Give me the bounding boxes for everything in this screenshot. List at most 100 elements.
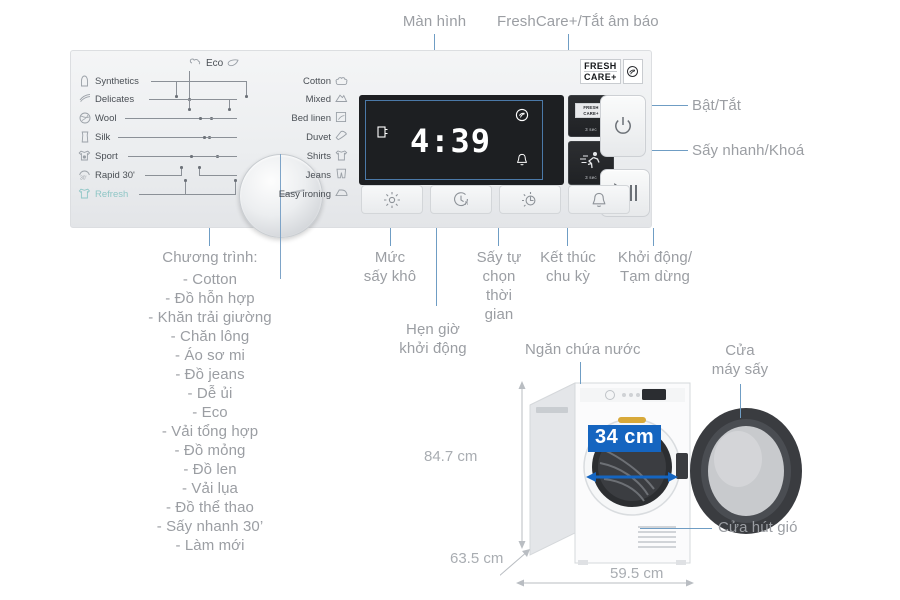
- leader-end-cycle: [567, 228, 568, 246]
- tick-refresh: [234, 179, 237, 182]
- auto-dry-time-icon: [521, 191, 535, 207]
- leader-water-tank: [580, 362, 581, 384]
- icon-wool: [79, 112, 91, 124]
- delay-timer-icon: h: [453, 191, 468, 207]
- program-label-easy-ironing: Easy ironing: [278, 189, 331, 200]
- program-list-item: - Vải tổng hợp: [161, 423, 259, 440]
- program-list-item: - Làm mới: [175, 537, 245, 554]
- line-rapid30-up: [181, 168, 182, 176]
- line-silk: [118, 137, 208, 138]
- tick-shirts: [190, 155, 193, 158]
- tick-duvet: [203, 136, 206, 139]
- freshcare-logo: FRESH CARE+: [580, 59, 643, 84]
- power-icon: [615, 117, 631, 134]
- program-list-item: - Đồ thể thao: [165, 499, 255, 516]
- leader-dry-level: [390, 228, 391, 246]
- program-list-item: - Cotton: [182, 271, 238, 288]
- svg-text:30': 30': [80, 176, 87, 181]
- leader-dryer-door: [740, 384, 741, 418]
- dimension-width: 59.5 cm: [610, 565, 664, 582]
- svg-text:h: h: [465, 201, 468, 207]
- program-label-synthetics: Synthetics: [95, 76, 139, 87]
- annotation-end-cycle: Kết thúc chu kỳ: [540, 249, 596, 285]
- program-label-jeans: Jeans: [305, 170, 331, 181]
- annotation-quickdry: Sấy nhanh/Khoá: [692, 142, 805, 159]
- program-list-item: - Vải lụa: [182, 480, 238, 497]
- line-jeans: [199, 175, 237, 176]
- icon-jeans: [335, 168, 348, 179]
- leader-air-intake: [640, 528, 712, 529]
- line-shirts: [196, 156, 237, 157]
- dimension-depth: 63.5 cm: [450, 550, 504, 567]
- line-rapid30: [145, 175, 181, 176]
- icon-cotton: [335, 75, 348, 86]
- annotation-power: Bật/Tắt: [692, 97, 742, 114]
- annotation-dry-level: Mức sấy khô: [363, 249, 417, 285]
- line-easy-ironing-up: [185, 181, 186, 195]
- program-list-item: - Đồ mỏng: [174, 442, 246, 459]
- alarm-bell-icon: [516, 153, 528, 172]
- freshcare-logo-top: FRESH: [584, 61, 617, 71]
- delay-start-button[interactable]: h: [430, 185, 492, 214]
- icon-delicates: [79, 93, 91, 104]
- display-screen: 4:39: [359, 95, 564, 185]
- program-list: - Cotton - Đồ hỗn hợp - Khăn trải giường…: [110, 270, 310, 555]
- door-opening-badge: 34 cm: [588, 425, 662, 452]
- program-label-silk: Silk: [95, 132, 111, 143]
- control-panel: Eco Synthetics Delicates Wool Silk Sport…: [70, 50, 652, 279]
- icon-synthetics: [79, 75, 90, 87]
- power-button[interactable]: [600, 95, 646, 157]
- icon-shirts: [335, 149, 348, 161]
- icon-bed-linen: [335, 111, 347, 123]
- dimension-height: 84.7 cm: [424, 448, 478, 465]
- annotation-auto-time: Sấy tự chọn thời gian: [476, 249, 522, 323]
- infographic-root: Màn hình FreshCare+/Tắt âm báo Bật/Tắt S…: [0, 0, 900, 600]
- program-list-item: - Chăn lông: [170, 328, 250, 345]
- icon-silk: [80, 131, 90, 143]
- program-list-item: - Eco: [192, 404, 228, 421]
- program-label-mixed: Mixed: [305, 94, 331, 105]
- tick-bedlinen: [199, 117, 202, 120]
- annotation-water-tank: Ngăn chứa nước: [525, 341, 641, 358]
- program-label-rapid30: Rapid 30': [95, 170, 135, 181]
- program-list-item: - Khăn trải giường: [148, 309, 272, 326]
- icon-sport: [78, 149, 91, 161]
- program-list-item: - Đồ len: [183, 461, 237, 478]
- annotation-delay-start: Hẹn giờ khởi động: [399, 321, 467, 357]
- program-list-item: - Sấy nhanh 30’: [156, 518, 264, 535]
- icon-duvet: [335, 130, 348, 141]
- line-cotton-drop: [176, 81, 177, 96]
- icon-mixed: [335, 93, 348, 104]
- program-list-item: - Áo sơ mi: [174, 347, 245, 364]
- leader-auto-time: [498, 228, 499, 246]
- program-label-refresh: Refresh: [95, 189, 129, 200]
- freshcare-logo-text: FRESH CARE+: [580, 59, 621, 84]
- leader-program-list: [209, 228, 210, 246]
- program-list-item: - Dễ ủi: [187, 385, 233, 402]
- leader-start-pause: [653, 228, 654, 246]
- program-label-sport: Sport: [95, 151, 118, 162]
- annotation-dryer-door: Cửa máy sấy: [711, 342, 769, 378]
- eco-leaf-icon: [227, 59, 239, 67]
- tick-easy-ironing: [184, 179, 187, 182]
- annotation-start-pause: Khởi động/ Tạm dừng: [617, 249, 693, 285]
- end-cycle-button[interactable]: [568, 185, 630, 214]
- auto-time-button[interactable]: [499, 185, 561, 214]
- dry-level-icon: [384, 191, 400, 208]
- tick-delicates: [228, 108, 231, 111]
- line-duvet: [207, 137, 237, 138]
- remaining-time-value: 4:39: [409, 122, 492, 160]
- tick-rapid30: [180, 166, 183, 169]
- tick-mixed: [188, 108, 191, 111]
- freshcare-logo-mark: [622, 59, 643, 84]
- program-label-shirts: Shirts: [306, 151, 331, 162]
- program-label-bedlinen: Bed linen: [291, 113, 331, 124]
- dryer-illustration: [500, 381, 802, 587]
- annotation-freshcare: FreshCare+/Tắt âm báo: [497, 13, 659, 30]
- eco-icon: [189, 58, 201, 68]
- dry-level-button[interactable]: [361, 185, 423, 214]
- freshcare-key-badge-bottom: CARE+: [583, 110, 599, 116]
- line-cotton: [176, 81, 238, 82]
- program-label-cotton: Cotton: [303, 76, 331, 87]
- annotation-display: Màn hình: [402, 13, 467, 30]
